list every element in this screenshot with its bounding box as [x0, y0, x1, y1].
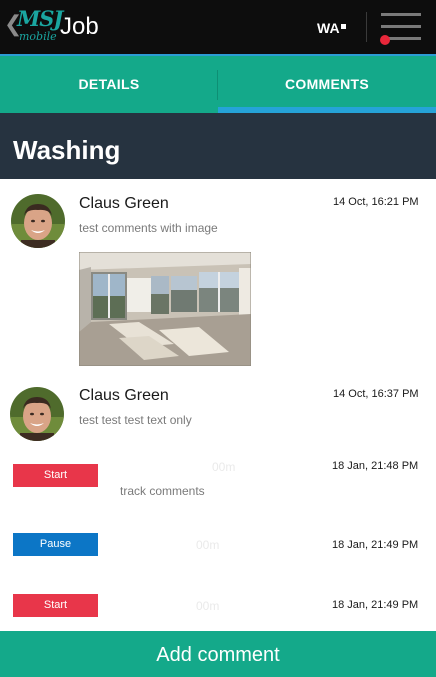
- comment-text: test test test text only: [79, 413, 192, 427]
- event-timestamp: 18 Jan, 21:49 PM: [332, 539, 419, 551]
- tab-bar: DETAILS COMMENTS: [0, 54, 436, 113]
- logo-subtext: mobile: [19, 30, 57, 43]
- avatar: [10, 387, 64, 441]
- add-comment-button[interactable]: Add comment: [0, 631, 436, 677]
- event-timestamp: 18 Jan, 21:49 PM: [332, 599, 419, 611]
- event-timestamp: 18 Jan, 21:48 PM: [332, 460, 419, 472]
- app-bar-divider: [366, 12, 367, 42]
- tab-comments[interactable]: COMMENTS: [218, 56, 436, 113]
- app-bar: ❮ MSJ mobile Job WA: [0, 0, 436, 54]
- comments-list[interactable]: Claus Green 14 Oct, 16:21 PM test commen…: [0, 179, 436, 631]
- tab-details[interactable]: DETAILS: [0, 56, 218, 113]
- attached-image[interactable]: [78, 251, 252, 367]
- section-title: Washing: [13, 135, 121, 165]
- status-badge-pause: Pause: [13, 533, 98, 556]
- comment-author: Claus Green: [79, 195, 169, 212]
- event-duration: 00m: [212, 460, 236, 474]
- comment-author: Claus Green: [79, 387, 169, 404]
- menu-button[interactable]: [378, 10, 424, 46]
- logo-text: MSJ: [17, 6, 63, 31]
- user-code-marker: [341, 24, 346, 29]
- event-note: track comments: [120, 484, 205, 498]
- event-duration: 00m: [196, 599, 220, 613]
- msj-logo[interactable]: MSJ mobile: [17, 6, 63, 44]
- menu-icon: [381, 13, 421, 16]
- page-title: Job: [60, 13, 99, 40]
- status-badge-start: Start: [13, 594, 98, 617]
- comment-timestamp: 14 Oct, 16:21 PM: [333, 196, 419, 208]
- comment-timestamp: 14 Oct, 16:37 PM: [333, 388, 419, 400]
- menu-icon-line: [381, 25, 421, 28]
- section-header: Washing: [0, 113, 436, 179]
- notification-dot: [380, 35, 390, 45]
- avatar: [11, 194, 65, 248]
- event-duration: 00m: [196, 538, 220, 552]
- user-code[interactable]: WA: [317, 20, 340, 36]
- comment-text: test comments with image: [79, 221, 218, 235]
- status-badge-start: Start: [13, 464, 98, 487]
